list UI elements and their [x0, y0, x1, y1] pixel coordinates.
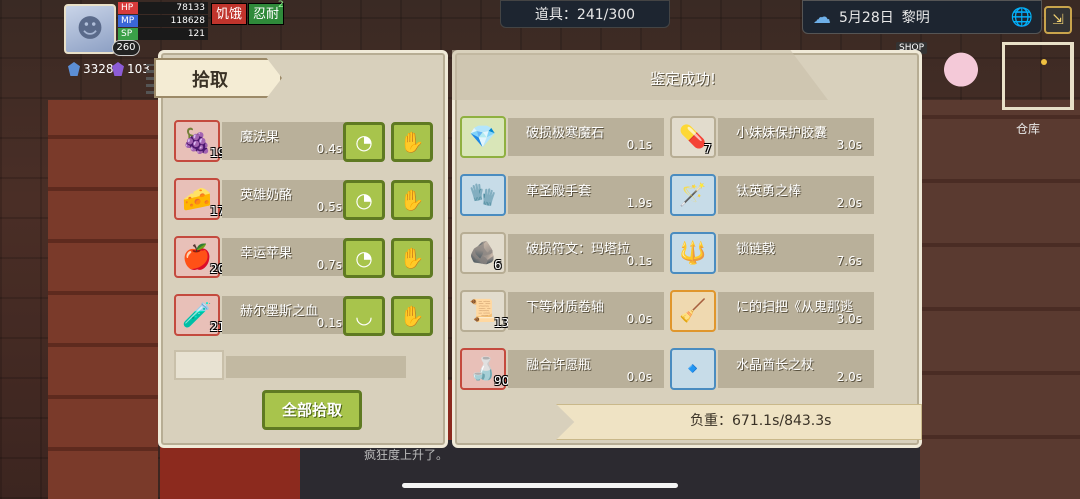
cloud-weather-icon: ☁: [813, 6, 831, 28]
currency-blue: 3328: [68, 62, 114, 76]
item-icon: 💎: [460, 116, 506, 158]
item-weight: 0.0s: [626, 370, 652, 384]
level-badge: 260: [112, 40, 140, 56]
item-weight: 2.0s: [836, 370, 862, 384]
identified-item[interactable]: 💎 破损极寒魔石 0.1s: [460, 116, 664, 158]
item-count: 6: [494, 258, 502, 272]
sp-value: 121: [138, 28, 208, 40]
item-weight: 0.1s: [316, 316, 342, 330]
item-icon: 🔱: [670, 232, 716, 274]
item-weight: 3.0s: [836, 312, 862, 326]
hp-value: 78133: [138, 2, 208, 14]
item-icon: 🪄: [670, 174, 716, 216]
identified-item[interactable]: 🔹 水晶酋长之杖 2.0s: [670, 348, 874, 390]
stat-bars: HP 78133 MP 118628 SP 121: [118, 2, 208, 41]
item-weight: 0.7s: [316, 258, 342, 272]
item-weight: 0.1s: [626, 254, 652, 268]
pickup-button[interactable]: ✋: [391, 180, 433, 220]
scene-caption: 疯狂度上升了。: [364, 448, 449, 462]
item-icon: 🧤: [460, 174, 506, 216]
item-weight: 2.0s: [836, 196, 862, 210]
inventory-counter[interactable]: 道具：241/300: [500, 0, 670, 28]
hp-label: HP: [118, 2, 138, 14]
carry-weight-text: 负重：671.1s/843.3s: [690, 413, 832, 429]
identified-item[interactable]: 🪨 6 破损符文：玛塔拉 0.1s: [460, 232, 664, 274]
empty-slot-bar: [226, 356, 406, 378]
item-weight: 0.5s: [316, 200, 342, 214]
eat-button[interactable]: ◔: [343, 238, 385, 278]
network-globe-icon[interactable]: 🌐: [1011, 7, 1033, 28]
blue-gem-icon: [68, 62, 80, 76]
item-count: 90: [494, 374, 510, 388]
sp-bar: SP 121: [118, 28, 208, 40]
sp-label: SP: [118, 28, 138, 40]
mp-value: 118628: [138, 15, 208, 27]
purple-gem-icon: [112, 62, 124, 76]
eat-button[interactable]: ◔: [343, 180, 385, 220]
home-indicator[interactable]: [402, 483, 678, 488]
identified-item[interactable]: 🪄 钛英勇之棒 2.0s: [670, 174, 874, 216]
identified-item[interactable]: 🧤 革圣殿手套 1.9s: [460, 174, 664, 216]
pickup-item[interactable]: 🧀 17 英雄奶酪 0.5s: [174, 178, 346, 220]
item-weight: 0.1s: [626, 138, 652, 152]
identified-item[interactable]: 🧹 に的扫把《从鬼那逃 3.0s: [670, 290, 874, 332]
time-of-day-text: 黎明: [901, 10, 930, 26]
currency-blue-value: 3328: [83, 62, 114, 76]
identified-item[interactable]: 🍶 90 融合许愿瓶 0.0s: [460, 348, 664, 390]
player-avatar[interactable]: ☻: [64, 4, 116, 54]
item-weight: 0.4s: [316, 142, 342, 156]
scene-left-wall: [48, 100, 158, 499]
item-icon: 🔹: [670, 348, 716, 390]
identified-item[interactable]: 📜 13 下等材质卷轴 0.0s: [460, 290, 664, 332]
minimap-player-dot: [1041, 59, 1047, 65]
empty-slot: [174, 350, 406, 380]
exit-icon[interactable]: ⇲: [1044, 6, 1072, 34]
item-count: 13: [494, 316, 510, 330]
status-endure-count: 2: [278, 0, 284, 10]
item-weight: 7.6s: [836, 254, 862, 268]
empty-slot-box: [174, 350, 224, 380]
identified-item[interactable]: 💊 7 小妹妹保护胶囊 3.0s: [670, 116, 874, 158]
warehouse-label: 仓库: [1016, 122, 1041, 136]
pickup-all-button[interactable]: 全部拾取: [262, 390, 362, 430]
pickup-item[interactable]: 🧪 21 赫尔墨斯之血 0.1s: [174, 294, 346, 336]
pickup-item[interactable]: 🍎 20 幸运苹果 0.7s: [174, 236, 346, 278]
item-weight: 0.0s: [626, 312, 652, 326]
item-weight: 3.0s: [836, 138, 862, 152]
pickup-button[interactable]: ✋: [391, 122, 433, 162]
identify-title: 鉴定成功!: [650, 70, 717, 88]
drink-button[interactable]: ◡: [343, 296, 385, 336]
eat-button[interactable]: ◔: [343, 122, 385, 162]
item-weight: 1.9s: [626, 196, 652, 210]
minimap[interactable]: [1002, 42, 1074, 110]
status-hunger-tag[interactable]: 饥饿: [211, 3, 248, 25]
pickup-item[interactable]: 🍇 19 魔法果 0.4s: [174, 120, 346, 162]
hp-bar: HP 78133: [118, 2, 208, 14]
mp-bar: MP 118628: [118, 15, 208, 27]
mp-label: MP: [118, 15, 138, 27]
date-panel: ☁ 5月28日 黎明 🌐: [802, 0, 1042, 34]
pickup-title: 拾取: [192, 70, 228, 91]
item-count: 7: [704, 142, 712, 156]
currency-purple: 103: [112, 62, 150, 76]
item-icon: 🧹: [670, 290, 716, 332]
identified-item[interactable]: 🔱 锁链戟 7.6s: [670, 232, 874, 274]
date-text: 5月28日: [839, 10, 894, 26]
bunny-npc[interactable]: [936, 36, 986, 92]
scene-right-wall: [920, 100, 1080, 499]
pickup-button[interactable]: ✋: [391, 238, 433, 278]
pickup-button[interactable]: ✋: [391, 296, 433, 336]
